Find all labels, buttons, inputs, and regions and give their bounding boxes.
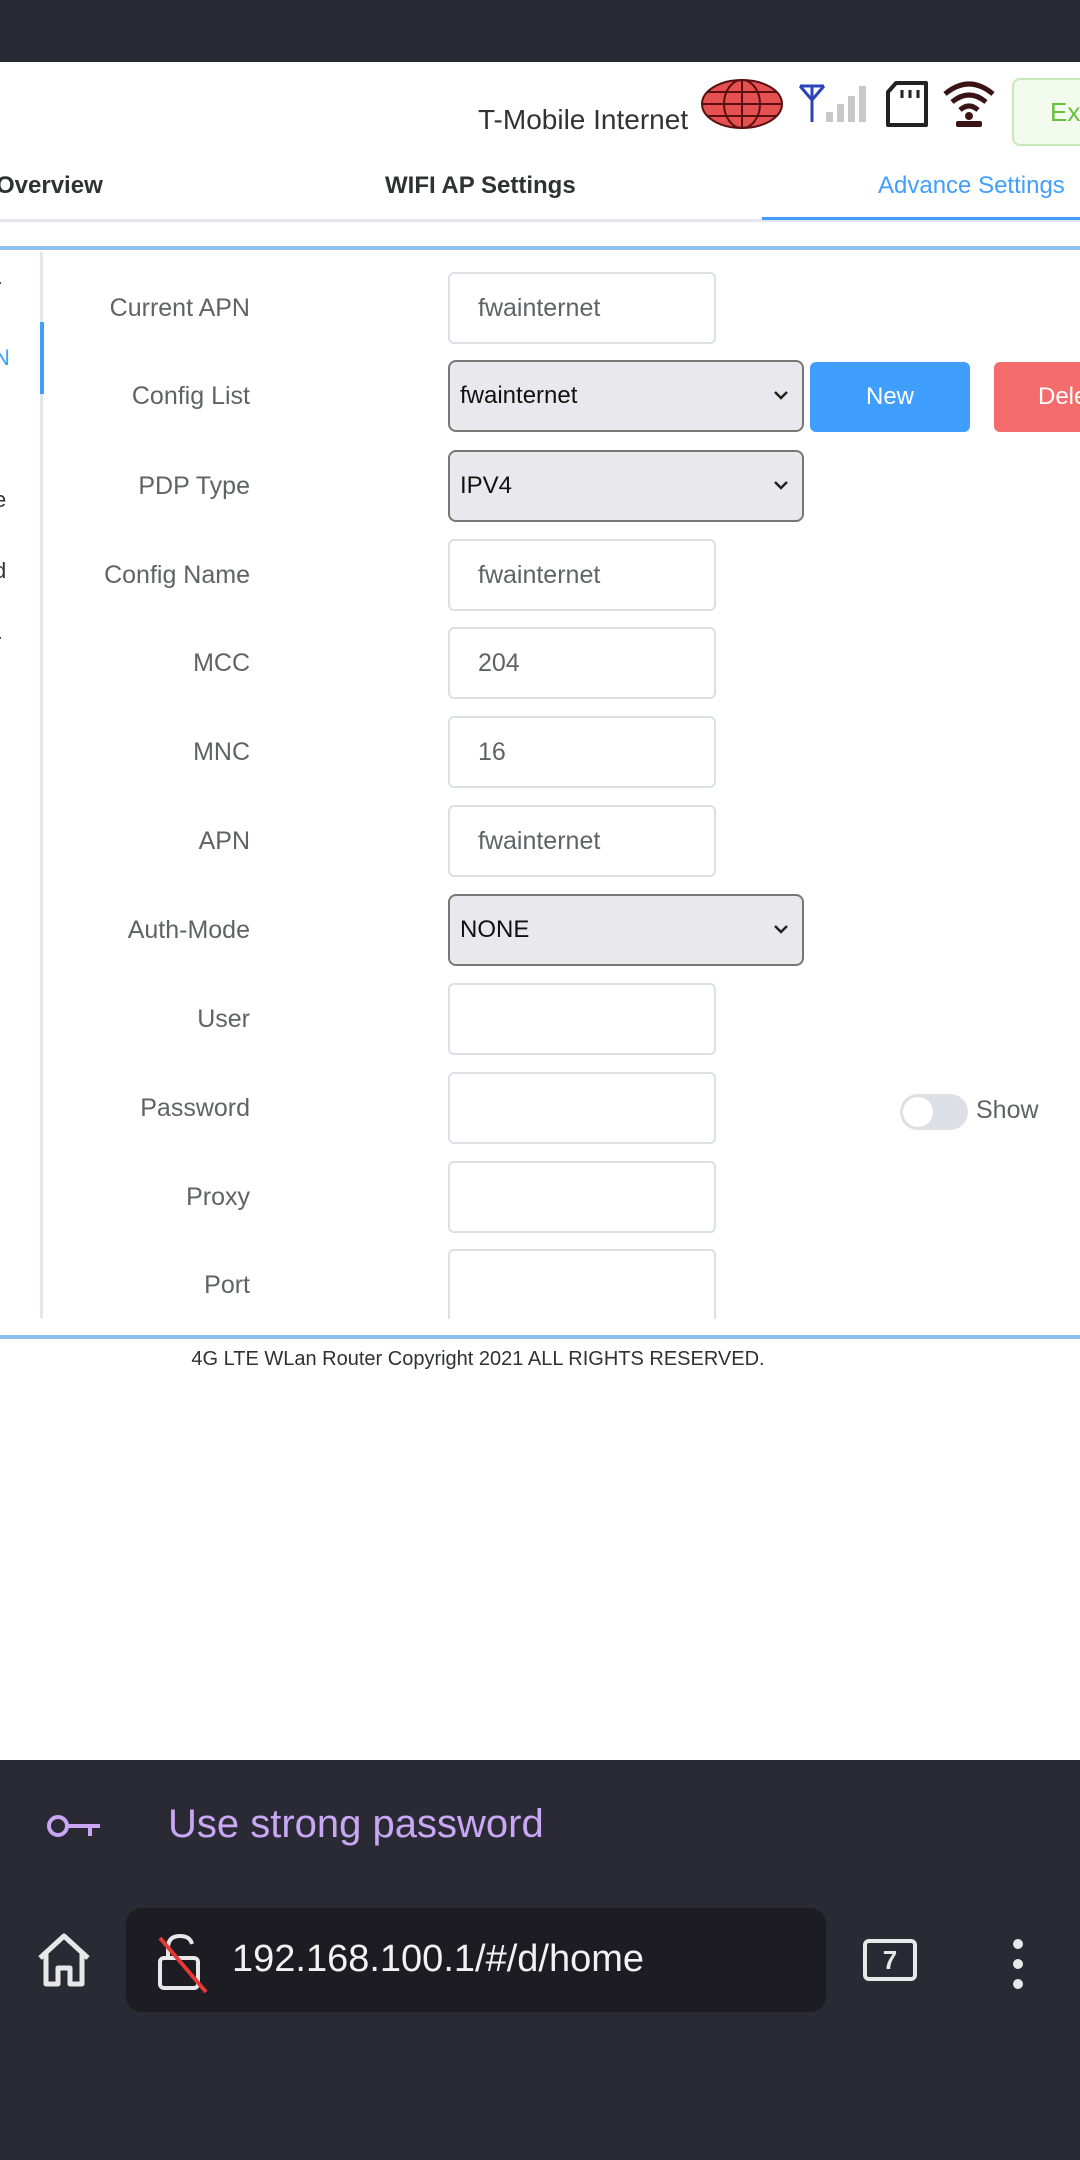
pdp-type-label: PDP Type xyxy=(138,472,250,500)
sidebar-item-1[interactable]: r xyxy=(0,274,1,300)
sidebar-item-4[interactable]: e xyxy=(0,487,6,513)
exit-button[interactable]: Exit xyxy=(1012,78,1080,146)
sd-card-icon xyxy=(886,81,928,127)
url-text[interactable]: 192.168.100.1/#/d/home xyxy=(232,1938,644,1981)
auth-mode-value: NONE xyxy=(460,916,530,943)
config-list-value: fwainternet xyxy=(460,382,578,409)
current-apn-label: Current APN xyxy=(109,294,250,322)
content-top-border xyxy=(0,246,1080,250)
mcc-label: MCC xyxy=(193,649,250,677)
password-field[interactable] xyxy=(448,1072,716,1144)
current-apn-field[interactable]: fwainternet xyxy=(448,272,716,344)
active-tab-indicator xyxy=(762,217,1080,220)
tab-overview[interactable]: Overview xyxy=(0,172,103,200)
auth-mode-label: Auth-Mode xyxy=(127,916,250,944)
port-label: Port xyxy=(204,1271,250,1299)
config-list-select[interactable]: fwainternet xyxy=(448,360,804,432)
signal-strength-icon xyxy=(798,84,866,122)
mnc-label: MNC xyxy=(193,738,250,766)
apn-field[interactable]: fwainternet xyxy=(448,805,716,877)
pdp-type-value: IPV4 xyxy=(460,472,513,499)
tab-wifi-ap-settings[interactable]: WIFI AP Settings xyxy=(385,172,576,200)
wifi-icon xyxy=(943,81,995,127)
sidebar-item-6[interactable]: r xyxy=(0,629,1,655)
content-bottom-border xyxy=(0,1335,1080,1339)
port-field[interactable] xyxy=(448,1249,716,1319)
key-icon xyxy=(47,1815,100,1837)
proxy-label: Proxy xyxy=(186,1183,250,1211)
sidebar-item-5[interactable]: d xyxy=(0,558,6,584)
insecure-lock-icon[interactable] xyxy=(156,1932,210,1994)
footer-copyright: 4G LTE WLan Router Copyright 2021 ALL RI… xyxy=(191,1348,765,1370)
config-name-label: Config Name xyxy=(104,561,250,589)
main-tabs: Overview WIFI AP Settings Advance Settin… xyxy=(0,160,1080,222)
home-icon[interactable] xyxy=(34,1930,94,1990)
more-options-icon[interactable] xyxy=(1010,1936,1026,1992)
pdp-type-select[interactable]: IPV4 xyxy=(448,450,804,522)
apn-label: APN xyxy=(198,827,250,855)
sidebar-item-apn[interactable]: N xyxy=(0,345,10,371)
system-status-bar xyxy=(0,0,1080,62)
sidebar-border xyxy=(40,252,43,1318)
toggle-knob xyxy=(903,1097,933,1127)
use-strong-password[interactable]: Use strong password xyxy=(168,1802,544,1847)
config-name-field[interactable]: fwainternet xyxy=(448,539,716,611)
user-label: User xyxy=(197,1005,250,1033)
chevron-down-icon xyxy=(774,925,788,934)
config-list-label: Config List xyxy=(131,382,250,410)
show-password-label: Show xyxy=(976,1096,1039,1124)
mnc-field[interactable]: 16 xyxy=(448,716,716,788)
chevron-down-icon xyxy=(774,391,788,400)
carrier-name: T-Mobile Internet xyxy=(478,104,689,135)
tab-switcher-button[interactable]: 7 xyxy=(863,1939,917,1981)
delete-config-button[interactable]: Delete xyxy=(994,362,1080,432)
chevron-down-icon xyxy=(774,481,788,490)
mcc-field[interactable]: 204 xyxy=(448,627,716,699)
new-config-button[interactable]: New xyxy=(810,362,970,432)
auth-mode-select[interactable]: NONE xyxy=(448,894,804,966)
show-password-toggle[interactable] xyxy=(900,1094,968,1130)
tab-advance-settings[interactable]: Advance Settings xyxy=(878,172,1065,200)
user-field[interactable] xyxy=(448,983,716,1055)
globe-icon xyxy=(701,79,783,129)
proxy-field[interactable] xyxy=(448,1161,716,1233)
password-label: Password xyxy=(140,1094,250,1122)
sidebar-active-indicator xyxy=(40,322,44,394)
